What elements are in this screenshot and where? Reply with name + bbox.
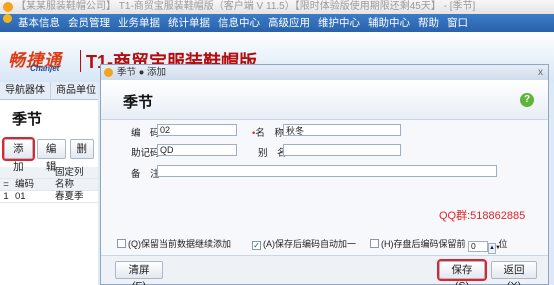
table-group-header: 固定列 [0, 167, 98, 179]
code-label: 编 码 [131, 128, 160, 139]
mnemonic-label: 助记码 [131, 148, 160, 159]
close-icon[interactable]: x [538, 65, 543, 80]
season-table: 固定列 = 编码 名称 1 01 春夏季 [0, 167, 98, 203]
delete-button[interactable]: 删 [69, 139, 94, 159]
reserve-digits-input[interactable]: 0 [468, 241, 489, 252]
window-title: 【某某服装鞋帽公司】 T1-商贸宝服装鞋帽版（客户端 V 11.5）【限时体验版… [16, 1, 476, 12]
brand-logo-sub: Chanjet [30, 64, 60, 73]
season-add-dialog: 季节 ● 添加 x 季节 ? 编 码 •名 称 助记码 别 名 备 注 QQ群:… [100, 64, 549, 285]
add-button[interactable]: 添加 [2, 137, 35, 173]
code-field[interactable] [157, 124, 237, 136]
menu-maintenance[interactable]: 维护中心 [314, 14, 364, 32]
note-field[interactable] [157, 165, 497, 177]
menu-window[interactable]: 窗口 [443, 14, 472, 32]
fixed-column-label: 固定列 [55, 167, 84, 178]
menu-bar: 基本信息 会员管理 业务单据 统计单据 信息中心 高级应用 维护中心 辅助中心 … [0, 14, 554, 32]
row-code: 01 [15, 191, 26, 202]
name-label: •名 称 [252, 128, 284, 139]
table-row[interactable]: 1 01 春夏季 [0, 191, 98, 203]
col-name-header[interactable]: 名称 [52, 179, 98, 190]
qq-group-watermark: QQ群:518862885 [439, 210, 526, 222]
spinner-icon[interactable]: ▲▼ [488, 243, 501, 254]
table-header: = 编码 名称 [0, 179, 98, 191]
mnemonic-field[interactable] [157, 144, 237, 156]
dialog-header: 季节 ? [101, 80, 548, 120]
row-name: 春夏季 [55, 191, 84, 202]
nav-tabs: 导航器体 商品单位 [0, 82, 102, 100]
dialog-icon [104, 68, 113, 77]
name-field[interactable] [283, 124, 401, 136]
menu-assist[interactable]: 辅助中心 [364, 14, 414, 32]
auto-increment-option[interactable]: ✓ (A)保存后编码自动加一 [252, 237, 356, 250]
note-label: 备 注 [131, 169, 160, 180]
brand-divider [80, 50, 81, 72]
tab-product-unit[interactable]: 商品单位 [51, 82, 102, 99]
dialog-heading: 季节 [123, 94, 154, 111]
col-code-header[interactable]: 编码 [12, 179, 52, 190]
reserve-unit: 位 [498, 239, 508, 249]
dialog-footer: 清屏(E) 保存(S) 返回(X) [101, 255, 548, 285]
keep-data-option[interactable]: (Q)保留当前数据继续添加 [117, 237, 231, 250]
window-titlebar: 【某某服装鞋帽公司】 T1-商贸宝服装鞋帽版（客户端 V 11.5）【限时体验版… [0, 0, 554, 14]
menu-info-center[interactable]: 信息中心 [214, 14, 264, 32]
col-index-header: = [3, 179, 9, 190]
dialog-window-title: 季节 ● 添加 [117, 67, 167, 78]
app-icon [3, 2, 13, 12]
alias-field[interactable] [283, 144, 401, 156]
edit-button[interactable]: 编辑 [36, 139, 66, 173]
home-icon [3, 14, 12, 23]
auto-increment-checkbox[interactable]: ✓ [252, 241, 261, 250]
reserve-prefix-checkbox[interactable] [370, 239, 379, 248]
menu-help[interactable]: 帮助 [414, 14, 443, 32]
save-button[interactable]: 保存(S) [437, 259, 487, 285]
menu-stat-docs[interactable]: 统计单据 [164, 14, 214, 32]
help-icon[interactable]: ? [520, 93, 534, 107]
back-button[interactable]: 返回(X) [491, 261, 537, 285]
season-list-panel: 导航器体 商品单位 季节 添加 编辑 删 固定列 = 编码 名称 1 01 春夏… [0, 82, 102, 285]
tab-navigator[interactable]: 导航器体 [0, 82, 51, 99]
list-toolbar: 添加 编辑 删 [0, 135, 98, 173]
row-index: 1 [3, 191, 9, 202]
keep-data-checkbox[interactable] [117, 239, 126, 248]
panel-title: 季节 [12, 111, 43, 128]
menu-advanced[interactable]: 高级应用 [264, 14, 314, 32]
dialog-titlebar: 季节 ● 添加 x [101, 65, 548, 80]
menu-business-docs[interactable]: 业务单据 [114, 14, 164, 32]
menu-member[interactable]: 会员管理 [64, 14, 114, 32]
clear-button[interactable]: 清屏(E) [115, 261, 163, 285]
menu-basic-info[interactable]: 基本信息 [14, 14, 64, 32]
reserve-prefix-option[interactable]: (H)存盘后编码保留前 0 ▲▼ 位 [370, 237, 508, 254]
